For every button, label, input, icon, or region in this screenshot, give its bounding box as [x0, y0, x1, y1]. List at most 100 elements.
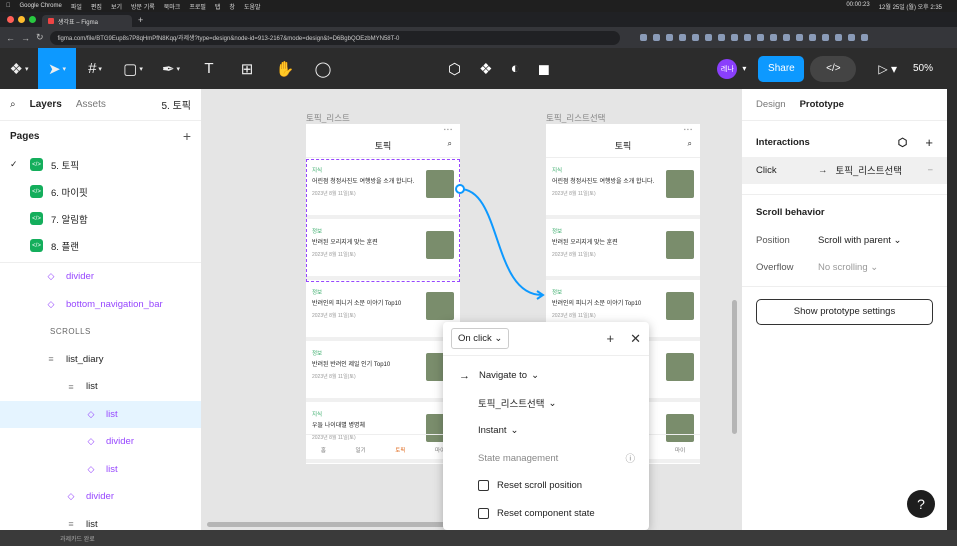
comment-tool-button[interactable]: ◯ — [304, 48, 342, 89]
extension-icon[interactable] — [639, 34, 647, 41]
layer-item[interactable]: SCROLLS — [0, 318, 201, 346]
action-row[interactable]: → Navigate to ⌄ — [443, 362, 649, 390]
flow-icon[interactable]: ⬡ — [898, 136, 908, 149]
boolean-icon[interactable]: ◼ — [538, 60, 550, 78]
back-icon[interactable]: ← — [6, 33, 15, 43]
menu-item[interactable]: 창 — [229, 2, 235, 11]
extension-icon[interactable] — [834, 34, 842, 41]
extension-icon[interactable] — [704, 34, 712, 41]
extension-icon[interactable] — [730, 34, 738, 41]
menu-item[interactable]: 파일 — [71, 2, 82, 11]
component-icon[interactable]: ❖ — [479, 60, 492, 78]
layer-item[interactable]: ◇ list — [0, 456, 201, 484]
close-window-button[interactable] — [7, 16, 14, 23]
shape-tool-button[interactable]: ▢ ▾ — [114, 48, 152, 89]
position-dropdown[interactable]: Scroll with parent ⌄ — [818, 235, 901, 246]
extension-icon[interactable] — [769, 34, 777, 41]
zoom-level[interactable]: 50% — [913, 63, 933, 74]
present-icon[interactable]: ▷ ▾ — [878, 62, 897, 76]
action-label: Navigate to — [479, 370, 528, 382]
apple-icon[interactable]:  — [6, 3, 11, 9]
page-item[interactable]: </> 6. 마이핏 — [0, 178, 201, 205]
search-icon[interactable]: ⌕ — [10, 99, 16, 110]
tab-layers[interactable]: Layers — [30, 99, 62, 110]
tab-design[interactable]: Design — [756, 99, 786, 110]
move-tool-button[interactable]: ➤ ▾ — [38, 48, 76, 89]
trigger-dropdown[interactable]: On click ⌄ — [451, 328, 510, 349]
remove-interaction-icon[interactable]: − — [927, 165, 933, 176]
tab-assets[interactable]: Assets — [76, 99, 106, 110]
window-scrollbar[interactable] — [947, 48, 957, 530]
reload-icon[interactable]: ↻ — [36, 32, 44, 43]
add-action-icon[interactable]: + — [607, 331, 615, 347]
add-page-icon[interactable]: + — [183, 128, 191, 144]
extension-icon[interactable] — [743, 34, 751, 41]
layer-item[interactable]: ◇ divider — [0, 483, 201, 511]
chevron-down-icon[interactable]: ▾ — [742, 64, 746, 73]
tab-prototype[interactable]: Prototype — [800, 99, 844, 110]
page-item[interactable]: ✓ </> 5. 토픽 — [0, 151, 201, 178]
overflow-dropdown[interactable]: No scrolling ⌄ — [818, 262, 878, 273]
menu-item[interactable]: 북마크 — [164, 2, 181, 11]
contrast-icon[interactable]: ◐ — [511, 60, 520, 77]
address-bar[interactable]: figma.com/file/BTG9Eup8s7P8qHmPfN8Kqq/과제… — [49, 30, 620, 45]
reset-scroll-checkbox[interactable] — [478, 480, 489, 492]
layer-item[interactable]: ≡ list — [0, 373, 201, 401]
menu-item[interactable]: 편집 — [91, 2, 102, 11]
menu-item[interactable]: 도움말 — [244, 2, 261, 11]
layer-item[interactable]: ≡ list_diary — [0, 346, 201, 374]
extension-icon[interactable] — [821, 34, 829, 41]
extension-icon[interactable] — [860, 34, 868, 41]
maximize-window-button[interactable] — [29, 16, 36, 23]
menu-item[interactable]: 보기 — [111, 2, 122, 11]
canvas-horizontal-scrollbar[interactable] — [207, 522, 447, 527]
mask-icon[interactable]: ⬡ — [448, 60, 461, 78]
layer-item[interactable]: ◇ bottom_navigation_bar — [0, 291, 201, 319]
help-button[interactable]: ? — [907, 490, 935, 518]
extension-icon[interactable] — [717, 34, 725, 41]
layer-item[interactable]: ◇ divider — [0, 428, 201, 456]
menu-item[interactable]: 방문 기록 — [131, 2, 155, 11]
reset-scroll-option[interactable]: Reset scroll position — [443, 472, 649, 500]
minimize-window-button[interactable] — [18, 16, 25, 23]
avatar[interactable]: 레나 — [717, 58, 738, 79]
main-menu-button[interactable]: ❖ ▾ — [0, 48, 38, 89]
extension-icon[interactable] — [678, 34, 686, 41]
canvas-vertical-scrollbar[interactable] — [732, 300, 737, 434]
new-tab-icon[interactable]: + — [138, 15, 143, 25]
add-interaction-icon[interactable]: + — [925, 135, 933, 150]
reset-component-checkbox[interactable] — [478, 507, 489, 519]
extension-icon[interactable] — [847, 34, 855, 41]
page-item[interactable]: </> 7. 알림함 — [0, 205, 201, 232]
menu-app[interactable]: Google Chrome — [20, 3, 62, 9]
destination-dropdown[interactable]: 토픽_리스트선택 ⌄ — [443, 390, 649, 418]
info-icon[interactable]: ⓘ — [625, 451, 635, 465]
extension-icon[interactable] — [652, 34, 660, 41]
extension-icon[interactable] — [691, 34, 699, 41]
page-item[interactable]: </> 8. 플랜 — [0, 232, 201, 259]
menu-item[interactable]: 프로필 — [189, 2, 206, 11]
browser-tab[interactable]: 생각표 – Figma — [42, 15, 132, 27]
extension-icon[interactable] — [808, 34, 816, 41]
animation-dropdown[interactable]: Instant ⌄ — [443, 417, 649, 445]
extension-icon[interactable] — [756, 34, 764, 41]
hand-tool-button[interactable]: ✋ — [266, 48, 304, 89]
layer-item[interactable]: ◇ divider — [0, 263, 201, 291]
layer-item[interactable]: ◇ list — [0, 400, 201, 428]
dev-mode-toggle[interactable]: </> — [810, 55, 857, 82]
extension-icon[interactable] — [782, 34, 790, 41]
interaction-row[interactable]: Click → 토픽_리스트선택 − — [742, 156, 947, 184]
menu-item[interactable]: 탭 — [215, 2, 221, 11]
reset-component-option[interactable]: Reset component state — [443, 500, 649, 528]
current-page-dropdown[interactable]: 5. 토픽 — [161, 97, 191, 112]
extension-icon[interactable] — [665, 34, 673, 41]
extension-icon[interactable] — [795, 34, 803, 41]
show-prototype-settings-button[interactable]: Show prototype settings — [756, 298, 933, 325]
close-icon[interactable]: ✕ — [630, 331, 641, 347]
share-button[interactable]: Share — [758, 55, 805, 82]
text-tool-button[interactable]: T — [190, 48, 228, 89]
resources-button[interactable]: ⊞ — [228, 48, 266, 89]
forward-icon[interactable]: → — [21, 33, 30, 43]
frame-tool-button[interactable]: # ▾ — [76, 48, 114, 89]
pen-tool-button[interactable]: ✒ ▾ — [152, 48, 190, 89]
